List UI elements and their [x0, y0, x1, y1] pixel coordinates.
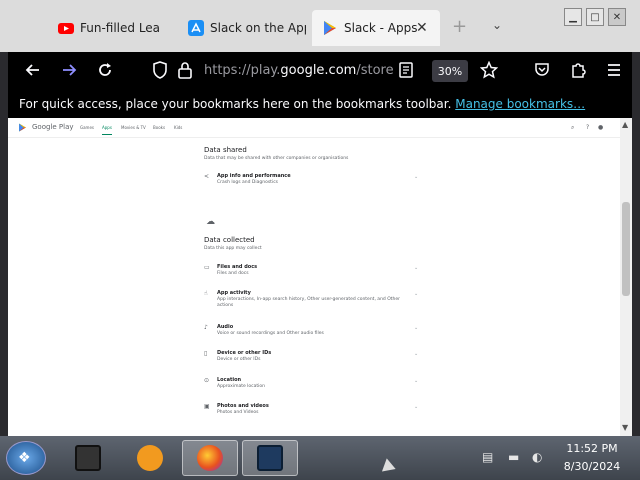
hamburger-menu-icon[interactable] — [606, 61, 622, 79]
navigation-bar: https://play.google.com/store 30% — [8, 52, 632, 90]
item-title: Device or other IDs — [217, 350, 272, 356]
volume-icon[interactable]: ◐ — [532, 450, 542, 464]
zoom-level-button[interactable]: 30% — [432, 60, 468, 82]
clock-time[interactable]: 11:52 PM — [560, 442, 624, 455]
bookmarks-toolbar: For quick access, place your bookmarks h… — [8, 90, 632, 118]
pocket-icon[interactable] — [534, 61, 550, 79]
data-shared-title: Data shared — [204, 146, 247, 154]
close-tab-icon[interactable]: ✕ — [416, 20, 428, 36]
taskbar-app-display[interactable] — [242, 440, 298, 476]
item-description: Approximate location — [217, 384, 266, 389]
chevron-down-icon: ⌄ — [414, 291, 419, 297]
chevron-down-icon: ⌄ — [414, 174, 419, 180]
tab-title: Fun-filled Lea — [80, 21, 161, 35]
image-icon: ▣ — [204, 403, 210, 410]
url-domain: google.com — [280, 63, 357, 78]
chevron-down-icon: ⌄ — [414, 325, 419, 331]
item-title: Audio — [217, 324, 234, 330]
bookmarks-message: For quick access, place your bookmarks h… — [19, 97, 452, 111]
taskbar-app-firefox[interactable] — [182, 440, 238, 476]
tab-title: Slack - Apps — [344, 21, 418, 35]
chevron-down-icon: ⌄ — [414, 351, 419, 357]
item-description: Crash logs and Diagnostics — [217, 180, 279, 185]
google-play-icon — [324, 21, 336, 35]
close-window-button[interactable]: ✕ — [608, 8, 626, 26]
monitor-icon — [257, 445, 283, 471]
terminal-icon — [75, 445, 101, 471]
media-player-icon — [137, 445, 163, 471]
scrollbar-thumb[interactable] — [622, 202, 630, 296]
app-store-icon — [188, 20, 204, 36]
url-suffix: /store — [356, 63, 394, 78]
scroll-down-icon[interactable]: ▼ — [622, 423, 628, 432]
bookmark-star-icon[interactable] — [480, 61, 498, 79]
page-scrollbar[interactable]: ▲ ▼ — [620, 118, 632, 436]
new-tab-button[interactable]: + — [452, 16, 467, 37]
taskbar: ❖ ▤ ▬ ◐ 11:52 PM 8/30/2024 — [0, 436, 640, 480]
list-all-tabs-button[interactable]: ⌄ — [492, 18, 502, 32]
item-description: App interactions, In-app search history,… — [217, 297, 400, 308]
folder-icon: ▭ — [204, 264, 210, 271]
url-prefix: https://play. — [204, 63, 281, 78]
cloud-upload-icon: ☁ — [206, 217, 215, 227]
extensions-puzzle-icon[interactable] — [570, 61, 586, 79]
item-title: Photos and videos — [217, 403, 269, 409]
item-description: Files and docs — [217, 271, 249, 276]
battery-icon[interactable]: ▬ — [508, 450, 519, 464]
windows-logo-icon: ❖ — [18, 450, 31, 466]
device-icon: ▯ — [204, 350, 208, 357]
tab-title: Slack on the App — [210, 21, 306, 35]
search-icon[interactable]: ⌕ — [571, 124, 574, 132]
clock-date[interactable]: 8/30/2024 — [560, 460, 624, 473]
nav-movies-tv[interactable]: Movies & TV — [121, 125, 146, 130]
back-arrow-icon[interactable] — [24, 61, 42, 79]
help-icon[interactable]: ? — [586, 124, 589, 131]
tab-app-store[interactable]: Slack on the App — [188, 10, 306, 46]
touch-icon: ☝ — [204, 290, 208, 297]
nav-apps[interactable]: Apps — [102, 125, 112, 135]
lock-icon[interactable] — [178, 61, 192, 79]
account-icon[interactable]: ● — [598, 124, 603, 131]
google-play-brand: Google Play — [32, 123, 74, 131]
start-button[interactable]: ❖ — [6, 441, 46, 475]
item-title: App info and performance — [217, 173, 291, 179]
maximize-button[interactable]: □ — [586, 8, 604, 26]
nav-books[interactable]: Books — [153, 125, 165, 130]
share-icon: < — [204, 173, 210, 180]
taskbar-app-terminal[interactable] — [60, 440, 116, 476]
item-description: Photos and Videos — [217, 410, 259, 415]
chevron-down-icon: ⌄ — [414, 404, 419, 410]
network-icon[interactable]: ▤ — [482, 450, 493, 464]
firefox-icon — [197, 445, 223, 471]
scroll-up-icon[interactable]: ▲ — [622, 120, 628, 129]
forward-arrow-icon[interactable] — [60, 61, 78, 79]
web-page: Google Play Games Apps Movies & TV Books… — [8, 118, 632, 436]
audio-icon: ♪ — [204, 324, 208, 331]
tab-youtube[interactable]: Fun-filled Lea — [58, 10, 168, 46]
location-pin-icon: ⊙ — [204, 377, 210, 384]
item-title: App activity — [217, 290, 251, 296]
taskbar-app-media-player[interactable] — [122, 440, 178, 476]
google-play-logo-icon — [19, 123, 26, 132]
chevron-down-icon: ⌄ — [414, 265, 419, 271]
reader-view-icon[interactable] — [398, 61, 414, 79]
minimize-button[interactable]: ▁ — [564, 8, 582, 26]
data-collected-title: Data collected — [204, 236, 255, 244]
nav-kids[interactable]: Kids — [174, 125, 182, 130]
tracking-protection-shield-icon[interactable] — [152, 61, 168, 79]
chevron-down-icon: ⌄ — [414, 378, 419, 384]
item-description: Voice or sound recordings and Other audi… — [217, 331, 324, 336]
nav-games[interactable]: Games — [80, 125, 94, 130]
item-title: Location — [217, 377, 242, 383]
item-description: Device or other IDs — [217, 357, 261, 362]
tab-strip: Fun-filled Lea Slack on the App Slack - … — [0, 0, 640, 52]
data-collected-subtitle: Data this app may collect — [204, 246, 262, 251]
reload-icon[interactable] — [96, 61, 114, 79]
youtube-icon — [58, 23, 74, 34]
data-shared-subtitle: Data that may be shared with other compa… — [204, 156, 349, 161]
google-play-header: Google Play Games Apps Movies & TV Books… — [8, 118, 620, 138]
manage-bookmarks-link[interactable]: Manage bookmarks… — [455, 97, 585, 111]
url-bar[interactable]: https://play.google.com/store — [204, 63, 394, 78]
item-title: Files and docs — [217, 264, 258, 270]
